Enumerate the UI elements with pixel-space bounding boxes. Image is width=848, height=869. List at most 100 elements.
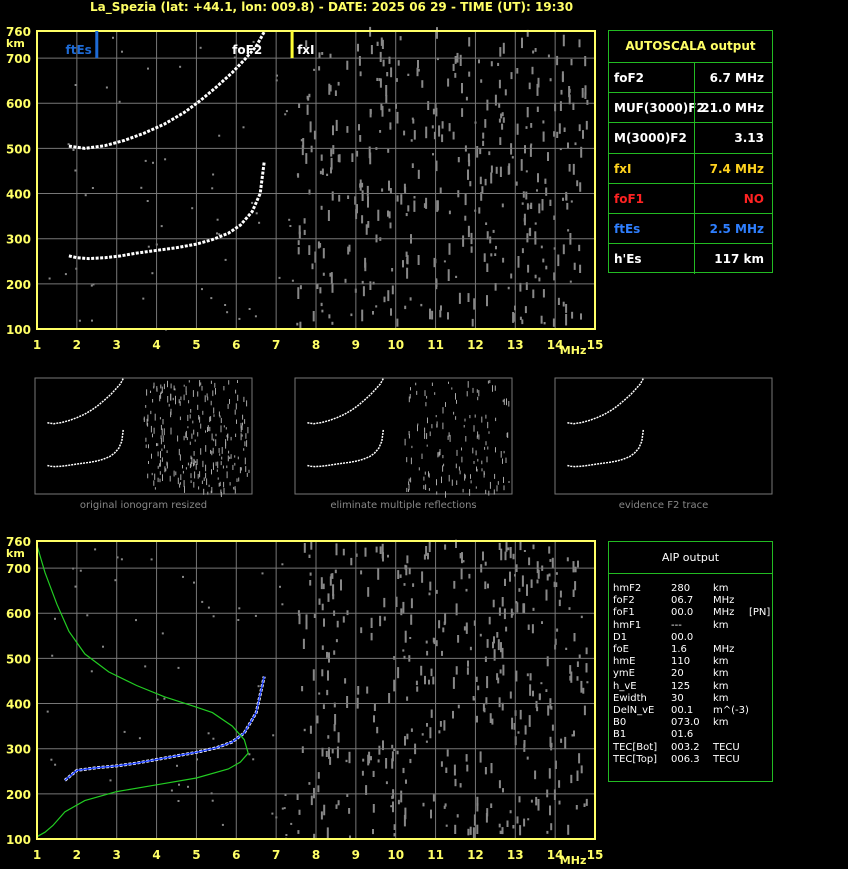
aip-k: ymE xyxy=(613,668,635,680)
noise-dot xyxy=(379,615,382,627)
thumbnail-noise xyxy=(157,451,159,457)
noise-dot xyxy=(337,732,340,743)
noise-dot xyxy=(332,594,335,600)
thumbnail-noise xyxy=(246,472,248,477)
noise-dot xyxy=(465,96,468,101)
noise-dot xyxy=(511,612,514,616)
noise-dot xyxy=(342,548,345,556)
noise-dot xyxy=(144,665,147,668)
noise-dot xyxy=(574,566,577,573)
noise-dot xyxy=(480,79,483,83)
noise-dot xyxy=(364,262,367,272)
x-unit-label: MHz xyxy=(560,854,587,867)
noise-dot xyxy=(212,615,215,618)
noise-dot xyxy=(367,196,369,208)
noise-dot xyxy=(332,125,334,136)
thumbnail-frame xyxy=(34,377,253,495)
noise-dot xyxy=(320,811,323,820)
noise-dot xyxy=(482,551,484,561)
noise-dot xyxy=(410,139,413,142)
thumbnail-noise xyxy=(246,400,248,407)
thumbnail-noise xyxy=(470,474,471,479)
x-tick-label: 2 xyxy=(73,848,81,862)
thumbnail-noise xyxy=(478,434,480,440)
thumbnail-noise xyxy=(246,440,248,447)
noise-dot xyxy=(521,575,524,587)
thumbnail-noise xyxy=(507,432,509,438)
noise-dot xyxy=(462,560,465,563)
noise-dot xyxy=(320,205,323,210)
noise-dot xyxy=(446,749,449,757)
noise-dot xyxy=(406,555,409,564)
thumbnail-noise xyxy=(423,476,425,481)
noise-dot xyxy=(309,580,312,586)
autoscala-row: MUF(3000)F2 21.0 MHz xyxy=(609,92,772,124)
thumbnail-noise xyxy=(169,475,171,482)
thumbnail-noise xyxy=(506,398,507,406)
aip-row: ymE 20 km xyxy=(613,668,771,680)
noise-dot xyxy=(346,696,349,708)
noise-dot xyxy=(408,567,411,575)
thumbnail-noise xyxy=(436,479,437,486)
noise-dot xyxy=(578,244,581,252)
noise-dot xyxy=(298,613,301,625)
thumbnail-noise xyxy=(415,382,417,386)
thumbnail-noise xyxy=(148,444,149,449)
noise-dot xyxy=(321,52,324,55)
noise-dot xyxy=(391,285,394,295)
noise-dot xyxy=(333,724,336,732)
noise-dot xyxy=(335,119,338,131)
noise-dot xyxy=(547,152,549,161)
noise-dot xyxy=(376,726,379,734)
noise-dot xyxy=(411,163,414,168)
thumbnail-noise xyxy=(170,383,172,389)
noise-dot xyxy=(521,202,524,205)
noise-dot xyxy=(510,273,513,279)
thumbnail-noise xyxy=(194,439,196,442)
thumbnail-noise xyxy=(170,394,172,401)
thumbnail-noise xyxy=(154,413,156,421)
noise-dot xyxy=(379,130,382,133)
aip-row: D1 00.0 xyxy=(613,632,771,644)
noise-dot xyxy=(105,86,108,89)
x-tick-label: 11 xyxy=(427,338,444,352)
aip-u: MHz xyxy=(713,595,735,607)
y-tick-label: 100 xyxy=(6,323,31,337)
noise-dot xyxy=(525,191,528,200)
noise-dot xyxy=(461,108,464,117)
thumbnail-noise xyxy=(172,397,174,401)
aip-v: 00.0 xyxy=(671,607,694,619)
thumbnail-noise xyxy=(439,449,441,456)
noise-dot xyxy=(468,71,471,77)
noise-dot xyxy=(393,833,396,837)
thumbnail-noise xyxy=(164,466,166,473)
thumbnail-noise xyxy=(198,486,200,490)
noise-dot xyxy=(372,829,374,835)
autoscala-value: 3.13 xyxy=(694,123,764,154)
noise-dot xyxy=(425,197,428,209)
thumbnail-noise xyxy=(191,433,193,439)
thumbnail-caption-eliminate: eliminate multiple reflections xyxy=(330,500,477,511)
noise-dot xyxy=(505,626,508,632)
noise-dot xyxy=(410,614,413,625)
noise-dot xyxy=(326,651,328,658)
thumbnail-noise xyxy=(228,450,230,454)
noise-dot xyxy=(302,638,305,649)
thumbnail-noise xyxy=(234,462,236,466)
noise-dot xyxy=(254,614,257,617)
thumbnail-noise xyxy=(213,407,215,414)
noise-dot xyxy=(387,554,389,558)
thumbnail-noise xyxy=(485,441,487,446)
noise-dot xyxy=(526,584,528,596)
thumbnail-noise xyxy=(242,414,244,420)
noise-dot xyxy=(310,145,313,153)
noise-dot xyxy=(547,705,550,716)
thumbnail-noise xyxy=(474,414,476,418)
thumbnail-noise xyxy=(189,414,191,419)
thumbnail-noise xyxy=(226,471,228,479)
noise-dot xyxy=(303,218,306,224)
noise-dot xyxy=(557,254,560,267)
foF2-marker-label: foF2 xyxy=(232,43,262,57)
thumbnail-noise xyxy=(200,423,202,429)
noise-dot xyxy=(281,563,284,566)
